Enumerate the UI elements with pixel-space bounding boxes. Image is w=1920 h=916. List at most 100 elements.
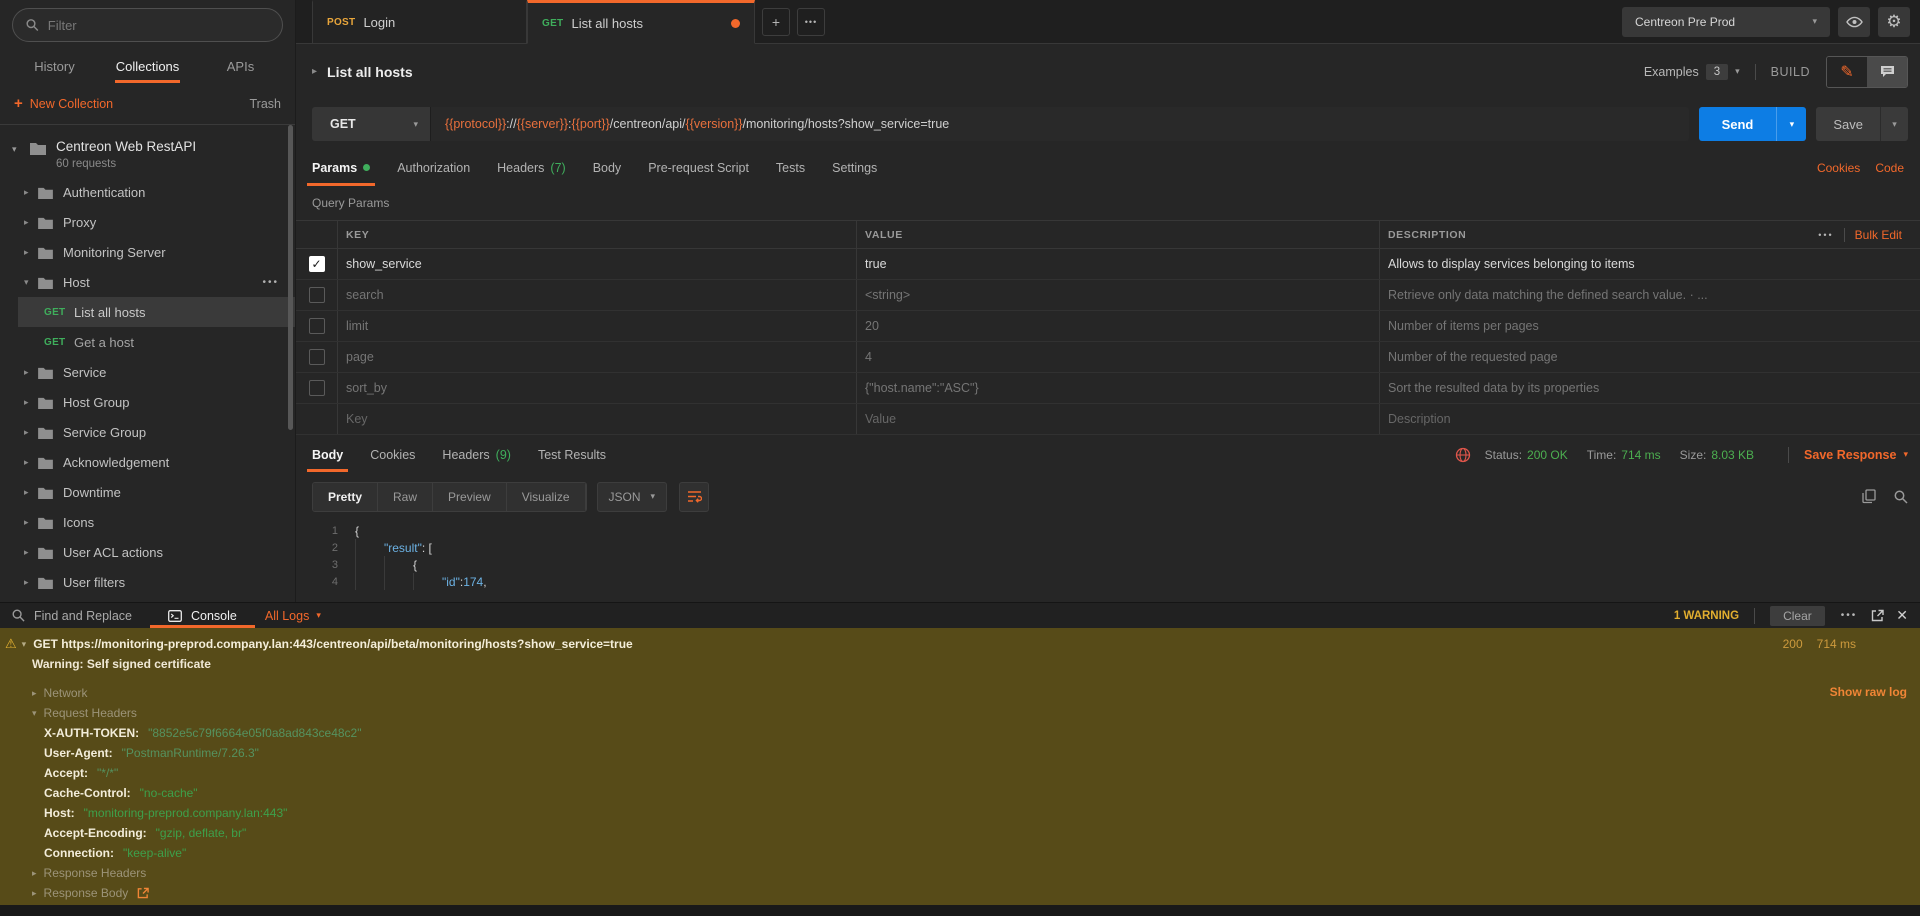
- edit-mode-button[interactable]: ✎: [1827, 57, 1867, 87]
- request-headers-toggle[interactable]: ▾ Request Headers: [0, 703, 1920, 723]
- environment-selector[interactable]: Centreon Pre Prod ▾: [1622, 7, 1830, 37]
- param-description[interactable]: Allows to display services belonging to …: [1388, 257, 1635, 271]
- param-checkbox[interactable]: ✓: [309, 256, 325, 272]
- request-section-tab[interactable]: Authorization: [397, 149, 470, 186]
- bulk-edit-link[interactable]: Bulk Edit: [1855, 228, 1902, 242]
- sidebar-item[interactable]: ▸ Icons •••: [0, 507, 295, 537]
- param-description[interactable]: Sort the resulted data by its properties: [1388, 381, 1599, 395]
- wrap-text-button[interactable]: [679, 482, 709, 512]
- collapse-caret-icon[interactable]: ▸: [312, 66, 317, 77]
- sidebar-item[interactable]: ▸ Authentication •••: [0, 177, 295, 207]
- settings-button[interactable]: ⚙: [1878, 7, 1910, 37]
- new-collection-button[interactable]: +New Collection: [14, 95, 113, 112]
- tree-caret-icon[interactable]: ▸: [24, 427, 38, 438]
- param-key[interactable]: Key: [346, 412, 368, 426]
- view-mode-button[interactable]: Preview: [433, 483, 507, 511]
- console-request-line[interactable]: ⚠ ▾ GET https://monitoring-preprod.compa…: [0, 634, 1920, 654]
- params-options-icon[interactable]: •••: [1818, 230, 1833, 240]
- sidebar-item[interactable]: ▸ User filters •••: [0, 567, 295, 597]
- request-section-tab[interactable]: Settings: [832, 149, 877, 186]
- network-section-toggle[interactable]: ▸ Network: [0, 683, 1920, 703]
- tree-caret-icon[interactable]: ▸: [24, 187, 38, 198]
- sidebar-item[interactable]: GET Get a host •••: [0, 327, 295, 357]
- filter-input[interactable]: [48, 18, 269, 33]
- caret-down-icon[interactable]: ▾: [22, 639, 27, 650]
- response-tab[interactable]: Headers (9): [442, 435, 511, 474]
- tree-caret-icon[interactable]: ▸: [24, 487, 38, 498]
- response-tab[interactable]: Body: [312, 435, 343, 474]
- sidebar-item[interactable]: ▸ Downtime •••: [0, 477, 295, 507]
- sidebar-scrollbar[interactable]: [288, 125, 293, 430]
- sidebar-tab[interactable]: History: [8, 50, 101, 83]
- param-key[interactable]: show_service: [346, 257, 422, 271]
- tree-caret-icon[interactable]: ▸: [24, 247, 38, 258]
- send-button[interactable]: Send: [1699, 107, 1777, 141]
- param-checkbox[interactable]: ✓: [309, 349, 325, 365]
- url-input[interactable]: {{protocol}}://{{server}}:{{port}}/centr…: [430, 107, 1689, 141]
- response-body-toggle[interactable]: ▸ Response Body: [0, 883, 1920, 903]
- tree-caret-icon[interactable]: ▸: [24, 577, 38, 588]
- sidebar-item[interactable]: ▸ Monitoring Server •••: [0, 237, 295, 267]
- param-key[interactable]: page: [346, 350, 374, 364]
- close-console-icon[interactable]: ✕: [1896, 607, 1908, 624]
- param-value[interactable]: 4: [865, 350, 872, 364]
- clear-console-button[interactable]: Clear: [1770, 606, 1825, 626]
- request-section-tab[interactable]: Params: [312, 149, 370, 186]
- collection-caret-icon[interactable]: ▾: [12, 139, 30, 170]
- examples-dropdown[interactable]: Examples 3 ▾: [1644, 64, 1740, 80]
- send-options-button[interactable]: ▾: [1776, 107, 1806, 141]
- new-tab-button[interactable]: +: [762, 8, 790, 36]
- sidebar-item[interactable]: ▸ Service Group •••: [0, 417, 295, 447]
- request-tab[interactable]: POST Login: [312, 0, 527, 44]
- network-warning-icon[interactable]: [1455, 447, 1471, 463]
- param-value[interactable]: <string>: [865, 288, 910, 302]
- request-section-tab[interactable]: Headers (7): [497, 149, 566, 186]
- sidebar-item[interactable]: ▸ Service •••: [0, 357, 295, 387]
- open-in-new-icon[interactable]: [1871, 609, 1884, 622]
- save-options-button[interactable]: ▾: [1880, 107, 1908, 141]
- param-key[interactable]: sort_by: [346, 381, 387, 395]
- param-description[interactable]: Retrieve only data matching the defined …: [1388, 288, 1708, 302]
- item-menu-icon[interactable]: •••: [262, 277, 279, 288]
- sidebar-item[interactable]: GET List all hosts •••: [0, 297, 295, 327]
- console-options-icon[interactable]: •••: [1841, 610, 1858, 621]
- tree-caret-icon[interactable]: ▸: [24, 367, 38, 378]
- response-tab[interactable]: Cookies: [370, 435, 415, 474]
- param-value[interactable]: true: [865, 257, 887, 271]
- comments-button[interactable]: [1867, 57, 1907, 87]
- search-icon[interactable]: [1894, 490, 1908, 504]
- console-tab[interactable]: Console: [158, 603, 247, 628]
- response-headers-toggle[interactable]: ▸ Response Headers: [0, 863, 1920, 883]
- param-description[interactable]: Description: [1388, 412, 1451, 426]
- copy-icon[interactable]: [1862, 489, 1876, 504]
- view-mode-button[interactable]: Visualize: [507, 483, 586, 511]
- request-tab[interactable]: GET List all hosts: [527, 0, 755, 44]
- trash-button[interactable]: Trash: [250, 97, 282, 111]
- param-description[interactable]: Number of items per pages: [1388, 319, 1539, 333]
- param-key[interactable]: limit: [346, 319, 368, 333]
- environment-quick-look-button[interactable]: [1838, 7, 1870, 37]
- param-checkbox[interactable]: ✓: [309, 287, 325, 303]
- tree-caret-icon[interactable]: ▸: [24, 397, 38, 408]
- param-checkbox[interactable]: ✓: [309, 380, 325, 396]
- save-response-button[interactable]: Save Response ▾: [1804, 448, 1908, 462]
- param-checkbox[interactable]: ✓: [309, 318, 325, 334]
- show-raw-log-link[interactable]: Show raw log: [1830, 685, 1907, 699]
- param-key[interactable]: search: [346, 288, 384, 302]
- sidebar-item[interactable]: ▾ Host •••: [0, 267, 295, 297]
- response-body-editor[interactable]: 1{2"result": [3{4"id": 174,: [296, 519, 1920, 602]
- param-value[interactable]: {"host.name":"ASC"}: [865, 381, 979, 395]
- find-and-replace-button[interactable]: Find and Replace: [34, 609, 132, 623]
- method-selector[interactable]: GET ▾: [312, 107, 430, 141]
- sidebar-item[interactable]: ▸ Proxy •••: [0, 207, 295, 237]
- tree-caret-icon[interactable]: ▸: [24, 517, 38, 528]
- tree-caret-icon[interactable]: ▾: [24, 277, 38, 288]
- request-section-tab[interactable]: Pre-request Script: [648, 149, 749, 186]
- tree-caret-icon[interactable]: ▸: [24, 217, 38, 228]
- sidebar-tab[interactable]: APIs: [194, 50, 287, 83]
- cookies-link[interactable]: Cookies: [1817, 161, 1860, 175]
- tree-caret-icon[interactable]: ▸: [24, 457, 38, 468]
- view-mode-button[interactable]: Raw: [378, 483, 433, 511]
- external-link-icon[interactable]: [137, 887, 149, 899]
- tab-options-button[interactable]: •••: [797, 8, 825, 36]
